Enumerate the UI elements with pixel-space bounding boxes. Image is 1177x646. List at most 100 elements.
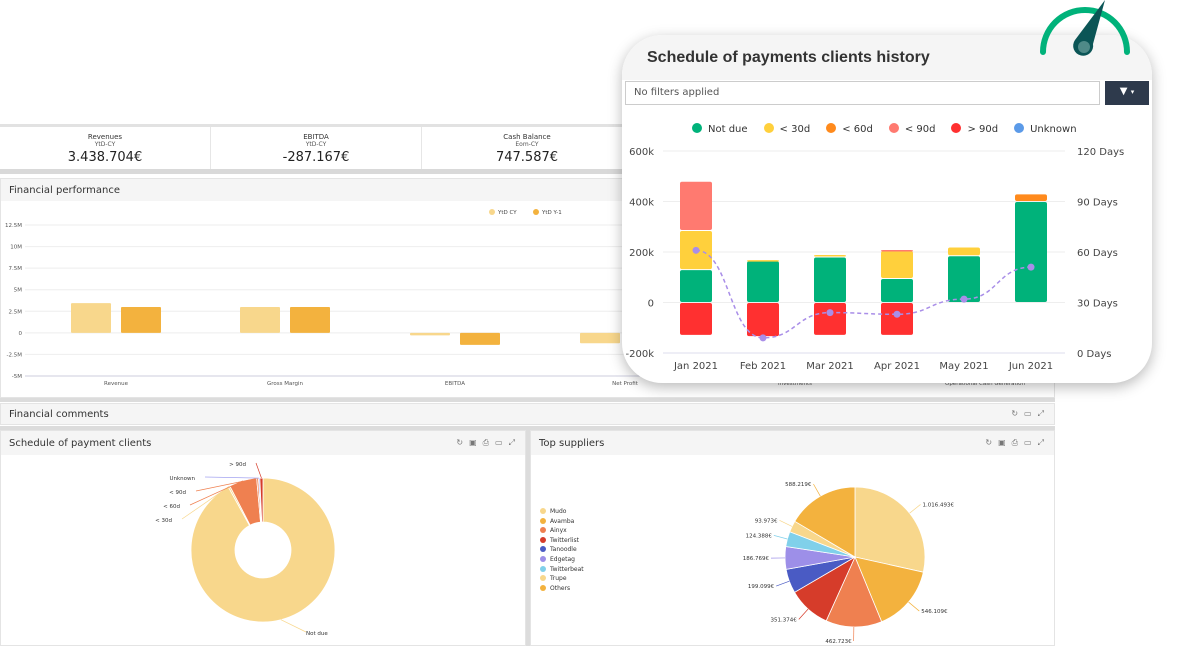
bar-segment xyxy=(814,255,846,257)
value-label: 124.388€ xyxy=(746,533,773,539)
kpi-sub: YtD-CY xyxy=(94,141,116,148)
leader-line xyxy=(909,504,921,514)
kpi-cash-balance: Cash Balance Eom-CY 747.587€ xyxy=(422,127,633,169)
bar-ytd-cy xyxy=(71,303,111,333)
kpi-sub: YtD-CY xyxy=(305,141,327,148)
bar-segment xyxy=(948,256,980,302)
panel-title: Financial comments xyxy=(9,408,109,420)
bar-ytd-cy xyxy=(410,332,450,336)
leader-line xyxy=(204,476,260,479)
bar-segment xyxy=(680,303,712,335)
days-point xyxy=(826,309,834,317)
y-tick-label: 7.5M xyxy=(9,266,23,272)
y2-tick-label: 60 Days xyxy=(1077,248,1118,259)
kpi-ebitda: EBITDA YtD-CY -287.167€ xyxy=(211,127,422,169)
leader-line xyxy=(773,535,788,540)
kpi-revenues: Revenues YtD-CY 3.438.704€ xyxy=(0,127,211,169)
comment-icon[interactable]: ▭ xyxy=(1024,438,1032,448)
kpi-title: EBITDA xyxy=(303,133,329,141)
value-label: 546.109€ xyxy=(921,609,948,615)
y-tick-label: 400k xyxy=(629,198,654,209)
y-tick-label: 5M xyxy=(14,288,22,294)
bar-segment xyxy=(1015,194,1047,201)
slice-label: Unknown xyxy=(169,476,195,482)
kpi-title: Cash Balance xyxy=(503,133,551,141)
image-icon[interactable]: ▣ xyxy=(998,438,1006,448)
x-tick-label: Feb 2021 xyxy=(740,361,786,372)
refresh-icon[interactable]: ↻ xyxy=(456,438,463,448)
leader-line xyxy=(813,483,821,497)
print-icon[interactable]: ⎙ xyxy=(483,438,489,448)
comment-icon[interactable]: ▭ xyxy=(1024,409,1032,419)
caret-down-icon: ▾ xyxy=(1130,88,1135,96)
panel-title: Financial performance xyxy=(9,184,121,196)
x-tick-label: May 2021 xyxy=(939,361,988,372)
top-suppliers-pie: 1.016.493€ 546.109€ 462.723€ 351.374€ 199.09… xyxy=(743,482,955,645)
panel-title: Schedule of payment clients xyxy=(9,437,152,449)
comment-icon[interactable]: ▭ xyxy=(495,438,503,448)
filter-icon: ▼ xyxy=(1119,86,1128,97)
y-tick-label: -5M xyxy=(12,374,22,380)
schedule-payment-clients-donut: Not due < 30d < 60d < 90d Unknown > 90d xyxy=(155,462,336,637)
print-icon[interactable]: ⎙ xyxy=(1012,438,1018,448)
legend-dot xyxy=(489,209,495,215)
slice-label: < 90d xyxy=(169,490,186,496)
leader-line xyxy=(779,519,793,527)
y-tick-label: 10M xyxy=(10,245,22,251)
panel-header: Schedule of payment clients ↻ ▣ ⎙ ▭ ⤢ xyxy=(1,431,525,455)
image-icon[interactable]: ▣ xyxy=(469,438,477,448)
days-point xyxy=(692,246,700,254)
bar-ytd-y-1 xyxy=(121,306,161,333)
leader-line xyxy=(776,580,790,587)
x-tick-label: EBITDA xyxy=(445,381,465,387)
legend-label: YtD CY xyxy=(497,210,517,216)
y-tick-label: 200k xyxy=(629,248,654,259)
x-tick-label: Apr 2021 xyxy=(874,361,920,372)
y-tick-label: -2.5M xyxy=(7,352,23,358)
x-tick-label: Jun 2021 xyxy=(1008,361,1053,372)
bar-segment xyxy=(1015,202,1047,302)
y2-tick-label: 90 Days xyxy=(1077,198,1118,209)
leader-line xyxy=(908,601,920,612)
value-label: 351.374€ xyxy=(771,617,798,623)
slice-label: < 60d xyxy=(163,504,180,510)
refresh-icon[interactable]: ↻ xyxy=(985,438,992,448)
bar-ytd-y-1 xyxy=(460,332,500,345)
days-point xyxy=(893,310,901,318)
panel-header: Top suppliers ↻ ▣ ⎙ ▭ ⤢ xyxy=(531,431,1054,455)
bar-segment xyxy=(948,247,980,256)
y-tick-label: 12.5M xyxy=(5,223,22,229)
value-label: 588.219€ xyxy=(785,482,812,488)
bar-ytd-cy xyxy=(580,332,620,344)
expand-icon[interactable]: ⤢ xyxy=(1038,438,1044,448)
refresh-icon[interactable]: ↻ xyxy=(1011,409,1018,419)
bar-segment xyxy=(881,249,913,252)
kpi-value: 747.587€ xyxy=(495,150,559,165)
x-tick-label: Revenue xyxy=(104,381,129,387)
y-tick-label: -200k xyxy=(626,349,655,360)
kpi-value: -287.167€ xyxy=(282,150,350,165)
bar-segment xyxy=(747,260,779,262)
filter-input[interactable]: No filters applied xyxy=(625,81,1100,105)
value-label: 93.973€ xyxy=(755,518,778,524)
filter-button[interactable]: ▼ ▾ xyxy=(1105,81,1149,105)
bar-segment xyxy=(680,270,712,302)
x-tick-label: Jan 2021 xyxy=(673,361,718,372)
expand-icon[interactable]: ⤢ xyxy=(1038,409,1044,419)
bar-segment xyxy=(814,257,846,302)
bar-segment xyxy=(814,303,846,335)
expand-icon[interactable]: ⤢ xyxy=(509,438,515,448)
days-line xyxy=(695,249,1032,339)
x-tick-label: Net Profit xyxy=(612,381,639,387)
days-point xyxy=(1027,263,1035,271)
slice-label: > 90d xyxy=(229,462,246,468)
x-tick-label: Mar 2021 xyxy=(806,361,854,372)
bar-ytd-cy xyxy=(240,306,280,333)
legend-label: YtD Y-1 xyxy=(541,210,562,216)
leader-line xyxy=(255,462,262,479)
y2-tick-label: 30 Days xyxy=(1077,299,1118,310)
leader-line xyxy=(280,619,307,633)
panel-title: Top suppliers xyxy=(539,437,605,449)
kpi-title: Revenues xyxy=(87,133,123,141)
payments-history-chart: 600k 120 Days 400k 90 Days 200k 60 Days 0 30 Da… xyxy=(626,147,1125,372)
